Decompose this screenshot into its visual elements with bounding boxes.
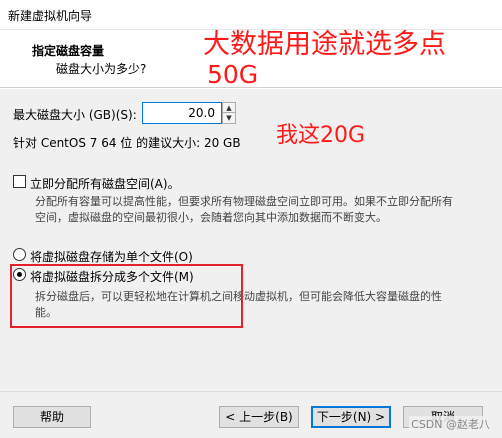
max-disk-size-label: 最大磁盘大小 (GB)(S): [13, 108, 137, 122]
annotation-50g: 50G [207, 60, 259, 89]
annotation-big-data: 大数据用途就选多点 [203, 29, 446, 60]
highlight-box [10, 264, 243, 328]
watermark: CSDN @赵老八 [409, 416, 492, 432]
next-button[interactable]: 下一步(N) > [311, 406, 391, 428]
single-file-label[interactable]: 将虚拟磁盘存储为单个文件(O) [30, 248, 193, 265]
back-button[interactable]: < 上一步(B) [219, 406, 299, 428]
disk-size-spinner[interactable]: ▲ ▼ [222, 102, 236, 124]
max-disk-size-input[interactable] [142, 102, 222, 124]
allocate-desc-line2: 空间，虚拟磁盘的空间最初很小，会随着您向其中添加数据而不断变大。 [35, 211, 387, 224]
allocate-desc-line1: 分配所有容量可以提高性能，但要求所有物理磁盘空间立即可用。如果不立即分配所有 [35, 195, 453, 208]
page-title: 指定磁盘容量 [32, 44, 105, 58]
wizard-footer: 帮助 < 上一步(B) 下一步(N) > 取消 CSDN @赵老八 [0, 391, 502, 438]
single-file-radio[interactable] [13, 248, 26, 261]
help-button[interactable]: 帮助 [13, 406, 91, 428]
window-title: 新建虚拟机向导 [8, 9, 93, 23]
spin-up-icon[interactable]: ▲ [223, 103, 235, 113]
spin-down-icon[interactable]: ▼ [223, 113, 235, 123]
annotation-20g: 我这20G [276, 123, 366, 148]
page-subtitle: 磁盘大小为多少? [56, 62, 147, 76]
recommended-size-text: 针对 CentOS 7 64 位 的建议大小: 20 GB [13, 136, 241, 150]
allocate-all-checkbox[interactable] [13, 175, 26, 188]
allocate-all-label[interactable]: 立即分配所有磁盘空间(A)。 [30, 175, 180, 192]
